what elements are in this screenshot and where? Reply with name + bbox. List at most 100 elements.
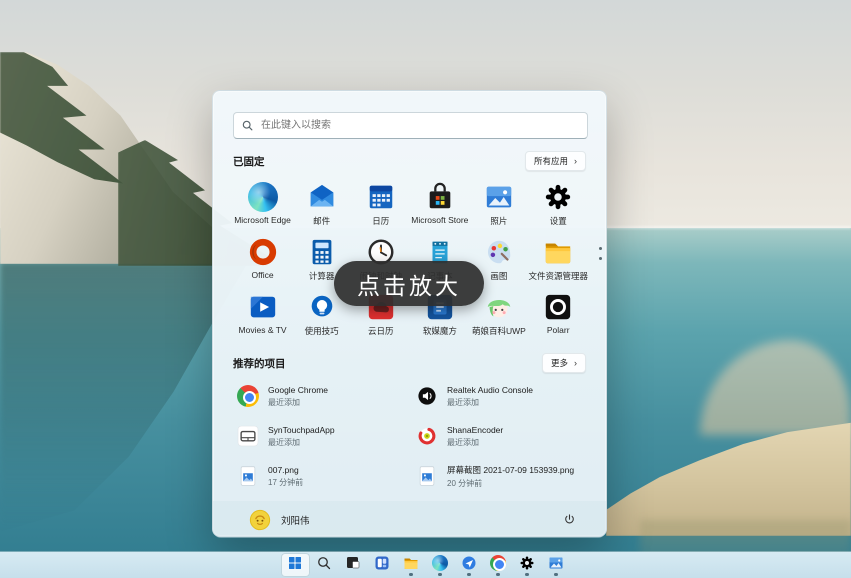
pinned-app-label: 设置 [550,215,567,227]
taskbar-button-settings[interactable] [513,553,542,577]
recommended-header: 推荐的项目 更多 › [213,353,606,373]
tips-icon [307,292,337,322]
maps-icon [461,555,478,572]
recommended-item[interactable]: SynTouchpadApp 最近添加 [237,416,408,456]
recommended-item-meta: 最近添加 [447,437,503,448]
pinned-app-store[interactable]: Microsoft Store [410,179,469,234]
taskbar-button-edge[interactable] [426,553,455,577]
calendar-icon [366,182,396,212]
pinned-app-label: Polarr [547,325,570,335]
more-button[interactable]: 更多 › [542,353,586,373]
pinned-app-label: 软媒魔方 [423,325,457,337]
search-icon [241,119,254,132]
explorer-icon [543,237,573,267]
recommended-item-name: Google Chrome [268,385,328,395]
zoom-tooltip[interactable]: 点击放大 [334,261,484,306]
settings-icon [543,182,573,212]
pinned-app-mail[interactable]: 邮件 [292,179,351,234]
edge-icon [248,182,278,212]
running-indicator-dot [496,573,500,576]
taskbar-button-search[interactable] [310,553,339,577]
taskbar-button-start[interactable] [281,553,310,577]
pinned-app-label: Microsoft Store [411,215,468,225]
pinned-app-office[interactable]: Office [233,234,292,289]
page-indicator-dot[interactable] [599,247,602,250]
recommended-item[interactable]: Google Chrome 最近添加 [237,376,408,416]
settings-icon [519,555,536,572]
recommended-item-name: 007.png [268,465,303,475]
pinned-app-label: 画图 [490,270,507,282]
search-input[interactable] [233,112,588,139]
realtek-icon [416,385,438,407]
recommended-item[interactable]: 007.png17 分钟前 [237,456,408,496]
pinned-app-calendar[interactable]: 日历 [351,179,410,234]
mail-icon [307,182,337,212]
shana-icon [416,425,438,447]
page-indicator-dot[interactable] [599,257,602,260]
running-indicator-dot [438,573,442,576]
chevron-right-icon: › [574,359,577,368]
moegirl-icon [484,292,514,322]
touchpad-icon [237,425,259,447]
taskbar-button-photos[interactable] [542,553,571,577]
running-indicator-dot [467,573,471,576]
taskbar-button-task-view[interactable] [339,553,368,577]
polarr-icon [543,292,573,322]
pinned-app-photos[interactable]: 照片 [469,179,528,234]
pinned-app-edge[interactable]: Microsoft Edge [233,179,292,234]
search-box[interactable] [233,112,588,139]
recommended-item-name: 屏幕截图 2021-07-09 153939.png [447,464,574,476]
user-name: 刘阳伟 [281,513,310,527]
tb-search-icon [316,555,333,572]
office-icon [248,237,278,267]
paint-icon [484,237,514,267]
recommended-item[interactable]: Realtek Audio Console 最近添加 [416,376,587,416]
pinned-app-label: 照片 [490,215,507,227]
pinned-app-label: 计算器 [309,270,335,282]
pinned-app-label: 萌娘百科UWP [472,325,526,337]
recommended-item-meta: 最近添加 [447,397,533,408]
pinned-app-label: 云日历 [368,325,394,337]
recommended-item-name: Realtek Audio Console [447,385,533,395]
recommended-item-name: ShanaEncoder [447,425,503,435]
pinned-app-explorer[interactable]: 文件资源管理器 [528,234,588,289]
photos-icon [548,555,565,572]
win-start-icon [287,555,304,572]
taskbar-button-chrome[interactable] [484,553,513,577]
recommended-item[interactable]: 屏幕截图 2021-07-09 153939.png20 分钟前 [416,456,587,496]
recommended-grid: Google Chrome 最近添加 Realtek Audio Console 最近… [237,376,587,496]
pinned-app-polarr[interactable]: Polarr [528,289,588,344]
pinned-app-movies[interactable]: Movies & TV [233,289,292,344]
movies-icon [248,292,278,322]
running-indicator-dot [554,573,558,576]
photos-icon [484,182,514,212]
taskbar-button-maps[interactable] [455,553,484,577]
pinned-app-label: 使用技巧 [305,325,339,337]
pinned-header: 已固定 所有应用 › [213,151,606,171]
start-menu-footer: 刘阳伟 [213,501,606,538]
recommended-item-meta: 最近添加 [268,397,328,408]
taskbar [0,552,851,578]
recommended-item-meta: 最近添加 [268,437,335,448]
recommended-item[interactable]: ShanaEncoder 最近添加 [416,416,587,456]
pinned-app-label: 文件资源管理器 [528,270,588,282]
calculator-icon [307,237,337,267]
taskbar-button-widgets[interactable] [368,553,397,577]
avatar-icon [249,518,271,535]
all-apps-button[interactable]: 所有应用 › [525,151,586,171]
user-account-button[interactable]: 刘阳伟 [249,509,310,531]
taskbar-button-file-explorer[interactable] [397,553,426,577]
chevron-right-icon: › [574,157,577,166]
pinned-app-label: Office [252,270,274,280]
page-indicator[interactable] [599,247,602,260]
pinned-app-settings[interactable]: 设置 [528,179,588,234]
recommended-title: 推荐的项目 [233,356,286,371]
zoom-tooltip-label: 点击放大 [357,267,461,301]
image-file-icon [416,465,438,487]
power-icon [563,513,576,526]
recommended-item-name: SynTouchpadApp [268,425,335,435]
pinned-app-label: Movies & TV [239,325,287,335]
running-indicator-dot [525,573,529,576]
power-button[interactable] [558,509,580,531]
edge-icon [432,555,449,572]
